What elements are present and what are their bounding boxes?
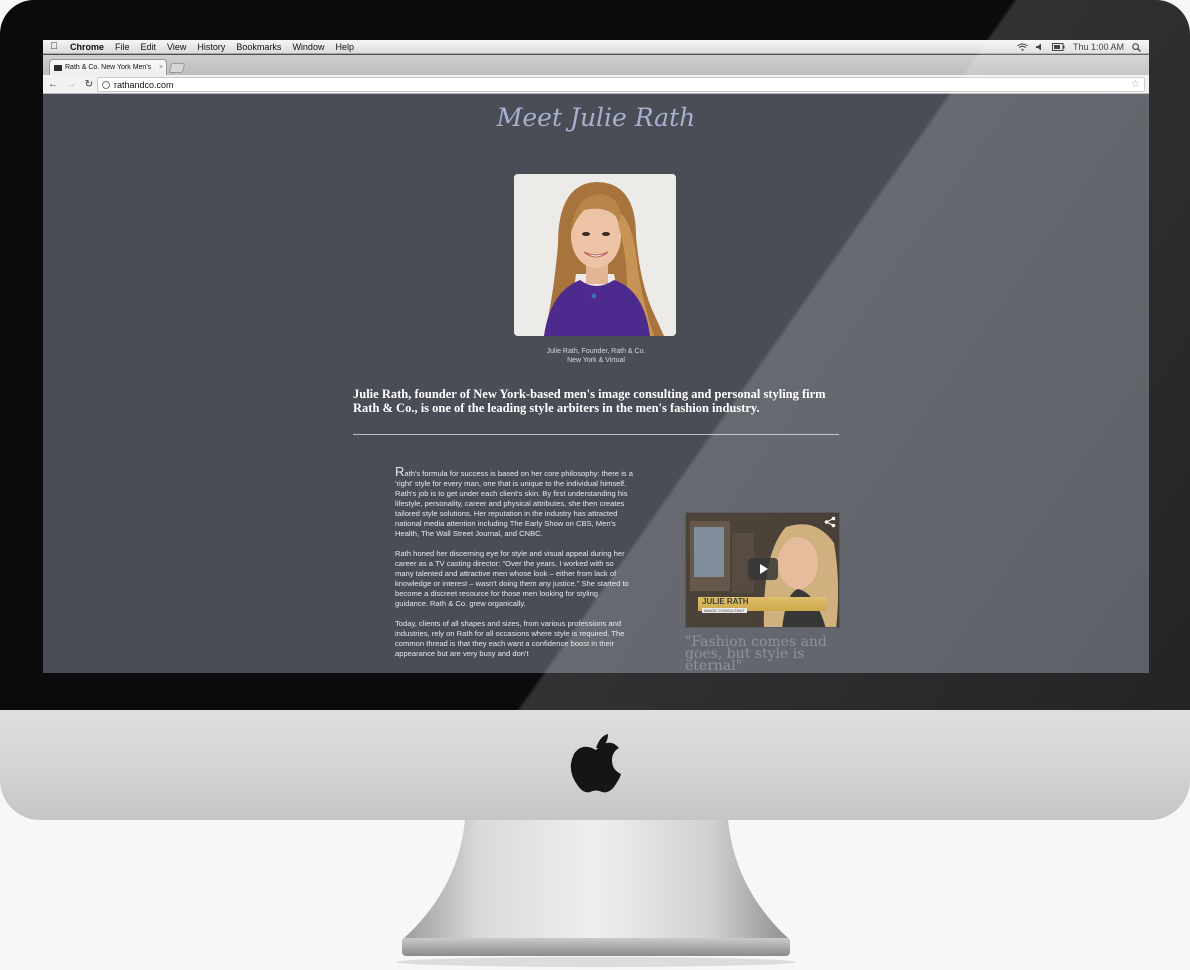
tab-close-icon[interactable]: ×	[156, 64, 166, 71]
section-divider	[353, 434, 839, 435]
browser-toolbar: ← → ↻ rathandco.com ☆	[43, 75, 1149, 94]
caption-name: Julie Rath, Founder, Rath & Co.	[546, 348, 646, 355]
page-title: Meet Julie Rath	[496, 103, 696, 132]
apple-logo-icon	[570, 734, 621, 793]
video-player[interactable]: JULIE RATH IMAGE CONSULTANT	[685, 512, 840, 628]
share-icon[interactable]	[824, 516, 836, 528]
mac-menu-bar:  Chrome File Edit View History Bookmark…	[43, 40, 1149, 54]
imac-stand	[396, 820, 796, 967]
address-bar-url[interactable]: rathandco.com	[114, 80, 174, 90]
bio-paragraph-1-text: ath's formula for success is based on he…	[395, 469, 633, 538]
bio-paragraph-3: Today, clients of all shapes and sizes, …	[395, 619, 625, 658]
tab-title: Rath & Co. New York Men's	[65, 64, 152, 71]
pull-quote: "Fashion comes and goes, but style is et…	[685, 634, 827, 673]
menu-view[interactable]: View	[162, 40, 192, 54]
drop-cap: R	[395, 464, 405, 479]
video-lower-third-subtitle: IMAGE CONSULTANT	[702, 608, 747, 613]
web-page: Meet Julie Rath Julie Rath, Founder, Rat…	[43, 95, 1149, 673]
back-arrow-icon[interactable]: ←	[45, 79, 61, 90]
bio-paragraph-2: Rath honed her discerning eye for style …	[395, 549, 629, 608]
menu-window[interactable]: Window	[287, 40, 330, 54]
spotlight-search-icon[interactable]	[1132, 42, 1141, 52]
battery-icon[interactable]	[1051, 43, 1065, 51]
apple-menu-icon[interactable]: 	[43, 41, 65, 52]
reload-icon[interactable]: ↻	[81, 79, 97, 90]
menubar-clock[interactable]: Thu 1:00 AM	[1073, 42, 1124, 52]
portrait-caption: Julie Rath, Founder, Rath & Co. New York…	[43, 347, 1149, 365]
menu-history[interactable]: History	[192, 40, 231, 54]
browser-tab[interactable]: Rath & Co. New York Men's ×	[49, 59, 167, 75]
menu-file[interactable]: File	[110, 40, 136, 54]
tab-strip: Rath & Co. New York Men's ×	[43, 55, 1149, 75]
screen:  Chrome File Edit View History Bookmark…	[43, 40, 1149, 673]
volume-icon[interactable]	[1035, 43, 1044, 51]
lead-paragraph: Julie Rath, founder of New York-based me…	[353, 387, 826, 415]
site-favicon-icon	[54, 64, 62, 71]
forward-arrow-icon[interactable]: →	[63, 79, 79, 90]
bio-text: Rath's formula for success is based on h…	[395, 464, 633, 669]
wifi-icon[interactable]	[1017, 43, 1028, 51]
bio-paragraph-1: Rath's formula for success is based on h…	[395, 464, 633, 539]
bookmark-star-icon[interactable]: ☆	[1131, 78, 1140, 91]
menu-edit[interactable]: Edit	[136, 40, 163, 54]
page-info-icon[interactable]	[102, 80, 110, 89]
caption-location: New York & Virtual	[567, 357, 625, 364]
menu-app-chrome[interactable]: Chrome	[65, 40, 110, 54]
menu-bookmarks[interactable]: Bookmarks	[231, 40, 287, 54]
menu-help[interactable]: Help	[330, 40, 360, 54]
new-tab-button[interactable]	[168, 63, 186, 73]
portrait-photo	[514, 174, 676, 336]
play-button-icon[interactable]	[748, 558, 778, 580]
address-bar[interactable]: rathandco.com ☆	[97, 77, 1145, 92]
